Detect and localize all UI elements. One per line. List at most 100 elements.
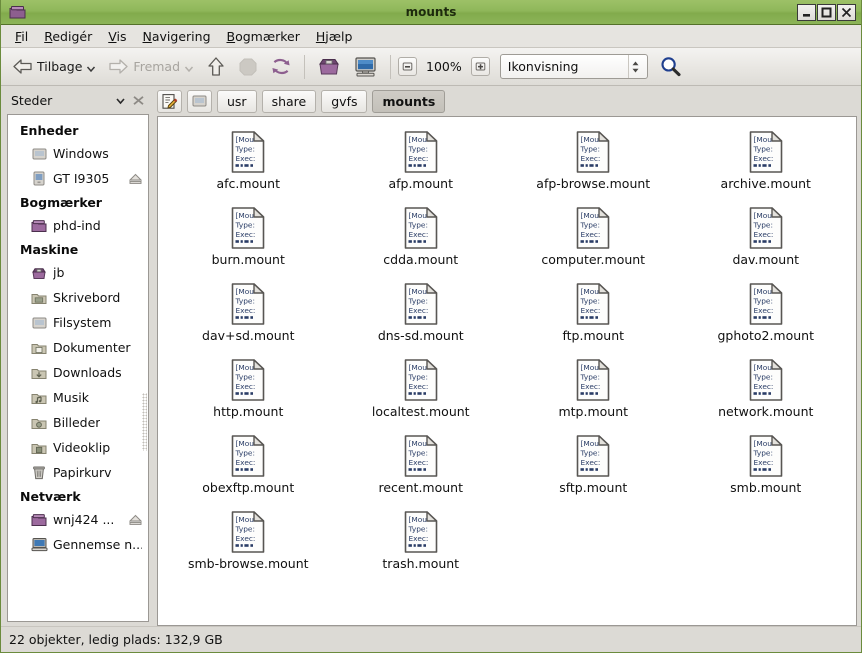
svg-text:[Mou: [Mou xyxy=(581,211,600,220)
file-item[interactable]: [Mou Type: Exec: smb.mount xyxy=(680,429,853,505)
sidebar-scrollbar[interactable] xyxy=(142,393,147,451)
sidebar-item-filsystem[interactable]: Filsystem xyxy=(8,310,148,335)
tool-bar: Tilbage Fremad 100% Ikonvisning xyxy=(1,48,861,86)
svg-text:Exec:: Exec: xyxy=(753,306,773,315)
file-name-label: dav.mount xyxy=(732,252,800,267)
sidebar-item-gennemse-netvaerk[interactable]: Gennemse n... xyxy=(8,532,148,557)
view-mode-combobox[interactable]: Ikonvisning xyxy=(499,54,648,79)
sidebar-item-windows[interactable]: Windows xyxy=(8,141,148,166)
forward-dropdown-icon[interactable] xyxy=(184,62,194,72)
text-document-icon: [Mou Type: Exec: xyxy=(231,435,265,477)
svg-text:[Mou: [Mou xyxy=(408,439,427,448)
file-item[interactable]: [Mou Type: Exec: ftp.mount xyxy=(507,277,680,353)
file-item[interactable]: [Mou Type: Exec: sftp.mount xyxy=(507,429,680,505)
close-button[interactable] xyxy=(837,3,856,21)
downloads-folder-icon xyxy=(30,364,48,381)
computer-button[interactable] xyxy=(348,52,383,82)
svg-text:[Mou: [Mou xyxy=(236,211,255,220)
sidebar-item-musik[interactable]: Musik xyxy=(8,385,148,410)
icon-view[interactable]: [Mou Type: Exec: afc.mount [Mou Type: Exec: afp… xyxy=(157,116,857,626)
eject-icon[interactable] xyxy=(128,513,142,527)
file-item[interactable]: [Mou Type: Exec: dns-sd.mount xyxy=(335,277,508,353)
file-item[interactable]: [Mou Type: Exec: afc.mount xyxy=(162,125,335,201)
sidebar-item-label: Skrivebord xyxy=(53,290,121,305)
file-item[interactable]: [Mou Type: Exec: afp.mount xyxy=(335,125,508,201)
back-dropdown-icon[interactable] xyxy=(86,62,96,72)
breadcrumb-mounts[interactable]: mounts xyxy=(372,89,446,113)
search-button[interactable] xyxy=(658,54,684,80)
close-icon[interactable] xyxy=(129,91,147,109)
sidebar-item-phd-ind[interactable]: phd-ind xyxy=(8,213,148,238)
zoom-in-icon xyxy=(475,62,486,71)
sidebar-item-jb[interactable]: jb xyxy=(8,260,148,285)
zoom-out-button[interactable] xyxy=(398,57,418,76)
edit-location-button[interactable] xyxy=(157,89,182,113)
sidebar-item-billeder[interactable]: Billeder xyxy=(8,410,148,435)
maximize-button[interactable] xyxy=(817,3,836,21)
menu-vis[interactable]: Vis xyxy=(100,26,134,47)
chevron-down-icon[interactable] xyxy=(111,91,129,109)
sidebar-item-papirkurv[interactable]: Papirkurv xyxy=(8,460,148,485)
svg-text:[Mou: [Mou xyxy=(236,135,255,144)
stop-button[interactable] xyxy=(233,52,263,82)
eject-icon[interactable] xyxy=(128,172,142,186)
sidebar-item-label: Musik xyxy=(53,390,89,405)
sidebar-item-downloads[interactable]: Downloads xyxy=(8,360,148,385)
text-document-icon: [Mou Type: Exec: xyxy=(231,131,265,173)
toolbar-separator-1 xyxy=(304,54,306,79)
sidebar-item-label: Gennemse n... xyxy=(53,537,142,552)
breadcrumb-share[interactable]: share xyxy=(261,89,317,113)
text-document-icon: [Mou Type: Exec: xyxy=(404,131,438,173)
file-item[interactable]: [Mou Type: Exec: obexftp.mount xyxy=(162,429,335,505)
home-button[interactable] xyxy=(312,52,346,82)
file-item[interactable]: [Mou Type: Exec: cdda.mount xyxy=(335,201,508,277)
filesystem-root-button[interactable] xyxy=(187,89,212,113)
file-item[interactable]: [Mou Type: Exec: computer.mount xyxy=(507,201,680,277)
menu-hjaelp[interactable]: Hjælp xyxy=(308,26,361,47)
file-item[interactable]: [Mou Type: Exec: afp-browse.mount xyxy=(507,125,680,201)
file-item[interactable]: [Mou Type: Exec: gphoto2.mount xyxy=(680,277,853,353)
back-button[interactable]: Tilbage xyxy=(7,52,101,82)
file-name-label: http.mount xyxy=(213,404,284,419)
file-item[interactable]: [Mou Type: Exec: burn.mount xyxy=(162,201,335,277)
menu-fil[interactable]: Fil xyxy=(7,26,36,47)
file-item[interactable]: [Mou Type: Exec: recent.mount xyxy=(335,429,508,505)
text-document-icon: [Mou Type: Exec: xyxy=(404,207,438,249)
text-document-icon: [Mou Type: Exec: xyxy=(231,207,265,249)
file-name-label: computer.mount xyxy=(541,252,646,267)
zoom-in-button[interactable] xyxy=(470,57,490,76)
text-document-icon: [Mou Type: Exec: xyxy=(404,283,438,325)
reload-button[interactable] xyxy=(265,52,297,82)
svg-text:Exec:: Exec: xyxy=(581,382,601,391)
phone-icon xyxy=(30,170,48,187)
file-item[interactable]: [Mou Type: Exec: localtest.mount xyxy=(335,353,508,429)
file-item[interactable]: [Mou Type: Exec: archive.mount xyxy=(680,125,853,201)
pictures-folder-icon xyxy=(30,414,48,431)
sidebar-item-gt-i9305[interactable]: GT I9305 xyxy=(8,166,148,191)
file-item[interactable]: [Mou Type: Exec: smb-browse.mount xyxy=(162,505,335,581)
file-item[interactable]: [Mou Type: Exec: dav+sd.mount xyxy=(162,277,335,353)
menu-rediger[interactable]: Redigér xyxy=(36,26,100,47)
file-name-label: network.mount xyxy=(718,404,814,419)
svg-text:Type:: Type: xyxy=(752,297,772,306)
sidebar-item-dokumenter[interactable]: Dokumenter xyxy=(8,335,148,360)
file-item[interactable]: [Mou Type: Exec: trash.mount xyxy=(335,505,508,581)
sidebar-item-wnj424[interactable]: wnj424 ... xyxy=(8,507,148,532)
breadcrumb-usr[interactable]: usr xyxy=(217,89,257,113)
sidebar-item-skrivebord[interactable]: Skrivebord xyxy=(8,285,148,310)
file-item[interactable]: [Mou Type: Exec: network.mount xyxy=(680,353,853,429)
up-button[interactable] xyxy=(201,52,231,82)
status-bar: 22 objekter, ledig plads: 132,9 GB xyxy=(1,626,861,652)
file-item[interactable]: [Mou Type: Exec: http.mount xyxy=(162,353,335,429)
sidebar-item-label: Papirkurv xyxy=(53,465,112,480)
minimize-button[interactable] xyxy=(797,3,816,21)
sidebar-item-videoklip[interactable]: Videoklip xyxy=(8,435,148,460)
file-item[interactable]: [Mou Type: Exec: mtp.mount xyxy=(507,353,680,429)
menu-navigering[interactable]: Navigering xyxy=(135,26,219,47)
forward-button[interactable]: Fremad xyxy=(103,52,199,82)
file-item[interactable]: [Mou Type: Exec: dav.mount xyxy=(680,201,853,277)
sidebar-header: Steder xyxy=(1,86,153,114)
documents-folder-icon xyxy=(30,339,48,356)
breadcrumb-gvfs[interactable]: gvfs xyxy=(321,89,368,113)
menu-bogmaerker[interactable]: Bogmærker xyxy=(219,26,308,47)
